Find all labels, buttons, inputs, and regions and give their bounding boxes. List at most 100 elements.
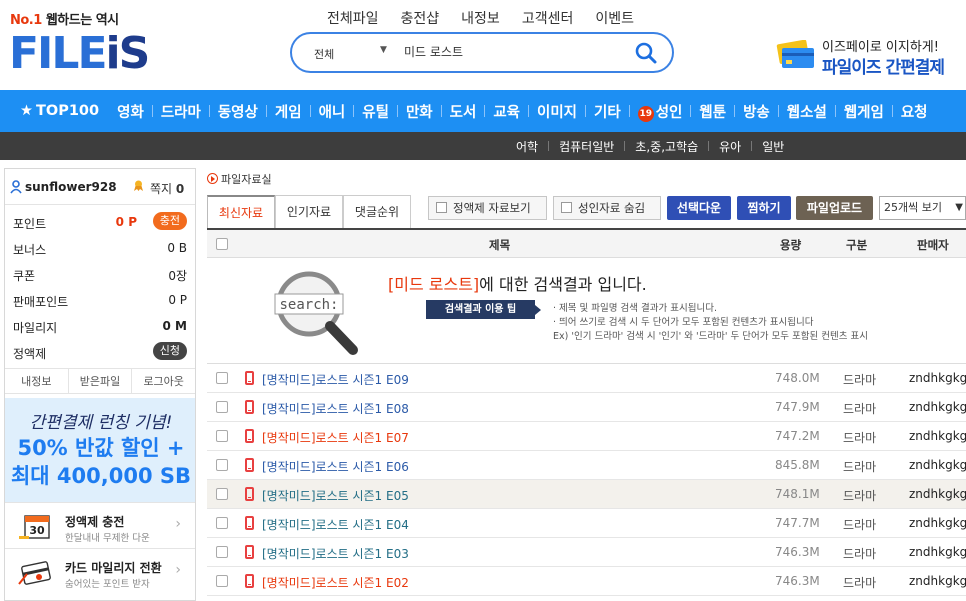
- tab-my-info[interactable]: 내정보: [5, 369, 69, 393]
- file-seller[interactable]: zndhkgkgk: [909, 400, 966, 414]
- tab-popular[interactable]: 인기자료: [275, 195, 343, 228]
- table-row[interactable]: [명작미드]로스트 시즌1 E09 748.0M 드라마 zndhkgkgk: [207, 364, 966, 393]
- tagline-text: 웹하드는 역시: [45, 13, 119, 28]
- top-nav-support[interactable]: 고객센터: [522, 8, 574, 28]
- adult-label: 성인: [655, 104, 683, 121]
- category-item[interactable]: 유틸: [354, 101, 397, 122]
- file-title[interactable]: [명작미드]로스트 시즌1 E06: [262, 458, 409, 475]
- select-all-checkbox[interactable]: [216, 238, 228, 250]
- row-checkbox[interactable]: [216, 517, 228, 529]
- search-icon[interactable]: [634, 41, 658, 65]
- table-header: 제목 용량 구분 판매자: [207, 230, 966, 258]
- table-row[interactable]: [명작미드]로스트 시즌1 E06 845.8M 드라마 zndhkgkgk: [207, 451, 966, 480]
- row-checkbox[interactable]: [216, 372, 228, 384]
- username[interactable]: sunflower928: [25, 180, 117, 194]
- row-checkbox[interactable]: [216, 546, 228, 558]
- table-row[interactable]: [명작미드]로스트 시즌1 E05 748.1M 드라마 zndhkgkgk: [207, 480, 966, 509]
- row-checkbox[interactable]: [216, 459, 228, 471]
- table-row[interactable]: [명작미드]로스트 시즌1 E04 747.7M 드라마 zndhkgkgk: [207, 509, 966, 538]
- category-item[interactable]: 게임: [267, 101, 310, 122]
- download-selected-button[interactable]: 선택다운: [667, 196, 731, 220]
- box-title: 정액제 충전: [65, 515, 125, 529]
- apply-button[interactable]: 신청: [152, 342, 187, 360]
- file-title[interactable]: [명작미드]로스트 시즌1 E02: [262, 574, 409, 591]
- per-page-select[interactable]: 25개씩 보기 ▼: [879, 196, 966, 220]
- file-genre: 드라마: [843, 402, 877, 416]
- flat-rate-charge-box[interactable]: 30 정액제 충전 한달내내 무제한 다운 ›: [5, 502, 195, 548]
- file-size: 746.3M: [775, 545, 820, 559]
- table-row[interactable]: [명작미드]로스트 시즌1 E03 746.3M 드라마 zndhkgkgk: [207, 538, 966, 567]
- file-title[interactable]: [명작미드]로스트 시즌1 E04: [262, 516, 409, 533]
- table-row[interactable]: [명작미드]로스트 시즌1 E07 747.2M 드라마 zndhkgkgk: [207, 422, 966, 451]
- sub-category-nav: 어학 컴퓨터일반 초,중,고학습 유아 일반: [0, 132, 966, 160]
- file-seller[interactable]: zndhkgkgk: [909, 545, 966, 559]
- breadcrumb-text[interactable]: 파일자료실: [221, 173, 272, 186]
- charge-button[interactable]: 충전: [152, 212, 187, 230]
- checkbox[interactable]: [436, 202, 447, 213]
- category-item[interactable]: 이미지: [529, 101, 585, 122]
- top-nav-charge-shop[interactable]: 충전샵: [401, 8, 440, 28]
- category-item[interactable]: 방송: [735, 101, 778, 122]
- stat-label: 판매포인트: [13, 295, 69, 309]
- subnav-item[interactable]: 유아: [709, 138, 751, 155]
- category-item[interactable]: 교육: [485, 101, 528, 122]
- category-top100[interactable]: ★ TOP100: [12, 103, 109, 119]
- tab-latest[interactable]: 최신자료: [207, 195, 275, 228]
- file-title[interactable]: [명작미드]로스트 시즌1 E07: [262, 429, 409, 446]
- file-title[interactable]: [명작미드]로스트 시즌1 E03: [262, 545, 409, 562]
- top-nav-all-files[interactable]: 전체파일: [327, 8, 379, 28]
- tab-received-files[interactable]: 받은파일: [69, 369, 133, 393]
- search-input[interactable]: [404, 44, 624, 58]
- hide-adult-toggle[interactable]: 성인자료 숨김: [553, 196, 661, 220]
- table-row[interactable]: [명작미드]로스트 시즌1 E02 746.3M 드라마 zndhkgkgk: [207, 567, 966, 596]
- category-item[interactable]: 기타: [586, 101, 629, 122]
- file-title[interactable]: [명작미드]로스트 시즌1 E05: [262, 487, 409, 504]
- file-seller[interactable]: zndhkgkgk: [909, 429, 966, 443]
- row-checkbox[interactable]: [216, 575, 228, 587]
- file-seller[interactable]: zndhkgkgk: [909, 487, 966, 501]
- category-item[interactable]: 영화: [109, 101, 152, 122]
- tab-logout[interactable]: 로그아웃: [132, 369, 195, 393]
- top-nav-my-info[interactable]: 내정보: [461, 8, 500, 28]
- file-seller[interactable]: zndhkgkgk: [909, 458, 966, 472]
- checkbox[interactable]: [561, 202, 572, 213]
- file-size: 747.2M: [775, 429, 820, 443]
- chevron-right-icon: ›: [175, 562, 181, 578]
- category-item[interactable]: 드라마: [153, 101, 209, 122]
- subnav-item[interactable]: 초,중,고학습: [625, 138, 708, 155]
- easy-pay-promo[interactable]: 이즈페이로 이지하게! 파일이즈 간편결제: [770, 36, 966, 80]
- category-item[interactable]: 요청: [893, 101, 936, 122]
- file-seller[interactable]: zndhkgkgk: [909, 371, 966, 385]
- flat-rate-filter-toggle[interactable]: 정액제 자료보기: [428, 196, 547, 220]
- upload-button[interactable]: 파일업로드: [796, 196, 873, 220]
- category-item[interactable]: 만화: [398, 101, 441, 122]
- category-item-adult[interactable]: 19 성인: [630, 101, 691, 122]
- note-link[interactable]: 쪽지 0: [133, 180, 184, 197]
- row-checkbox[interactable]: [216, 430, 228, 442]
- row-checkbox[interactable]: [216, 401, 228, 413]
- file-seller[interactable]: zndhkgkgk: [909, 516, 966, 530]
- category-item[interactable]: 동영상: [210, 101, 266, 122]
- category-item[interactable]: 웹게임: [836, 101, 892, 122]
- search-category-select[interactable]: 전체: [314, 46, 334, 62]
- file-seller[interactable]: zndhkgkgk: [909, 574, 966, 588]
- table-row[interactable]: [명작미드]로스트 시즌1 E08 747.9M 드라마 zndhkgkgk: [207, 393, 966, 422]
- card-mileage-box[interactable]: 카드 마일리지 전환 숨어있는 포인트 받자 ›: [5, 548, 195, 594]
- wishlist-button[interactable]: 찜하기: [737, 196, 791, 220]
- file-title[interactable]: [명작미드]로스트 시즌1 E08: [262, 400, 409, 417]
- row-checkbox[interactable]: [216, 488, 228, 500]
- category-item[interactable]: 애니: [311, 101, 354, 122]
- dropdown-arrow-icon[interactable]: ▼: [380, 45, 387, 55]
- discount-banner[interactable]: 간편결제 런칭 기념! 50% 반값 할인 + 최대 400,000 SB: [5, 398, 195, 502]
- subnav-item[interactable]: 어학: [506, 138, 548, 155]
- category-item[interactable]: 도서: [442, 101, 485, 122]
- subnav-item[interactable]: 컴퓨터일반: [549, 138, 624, 155]
- file-title[interactable]: [명작미드]로스트 시즌1 E09: [262, 371, 409, 388]
- top-nav-events[interactable]: 이벤트: [595, 8, 634, 28]
- subnav-item[interactable]: 일반: [752, 138, 794, 155]
- category-item[interactable]: 웹툰: [691, 101, 734, 122]
- category-item[interactable]: 웹소설: [779, 101, 835, 122]
- file-genre: 드라마: [843, 431, 877, 445]
- fileis-logo[interactable]: FILEiS: [9, 30, 150, 78]
- tab-comment-rank[interactable]: 댓글순위: [343, 195, 411, 228]
